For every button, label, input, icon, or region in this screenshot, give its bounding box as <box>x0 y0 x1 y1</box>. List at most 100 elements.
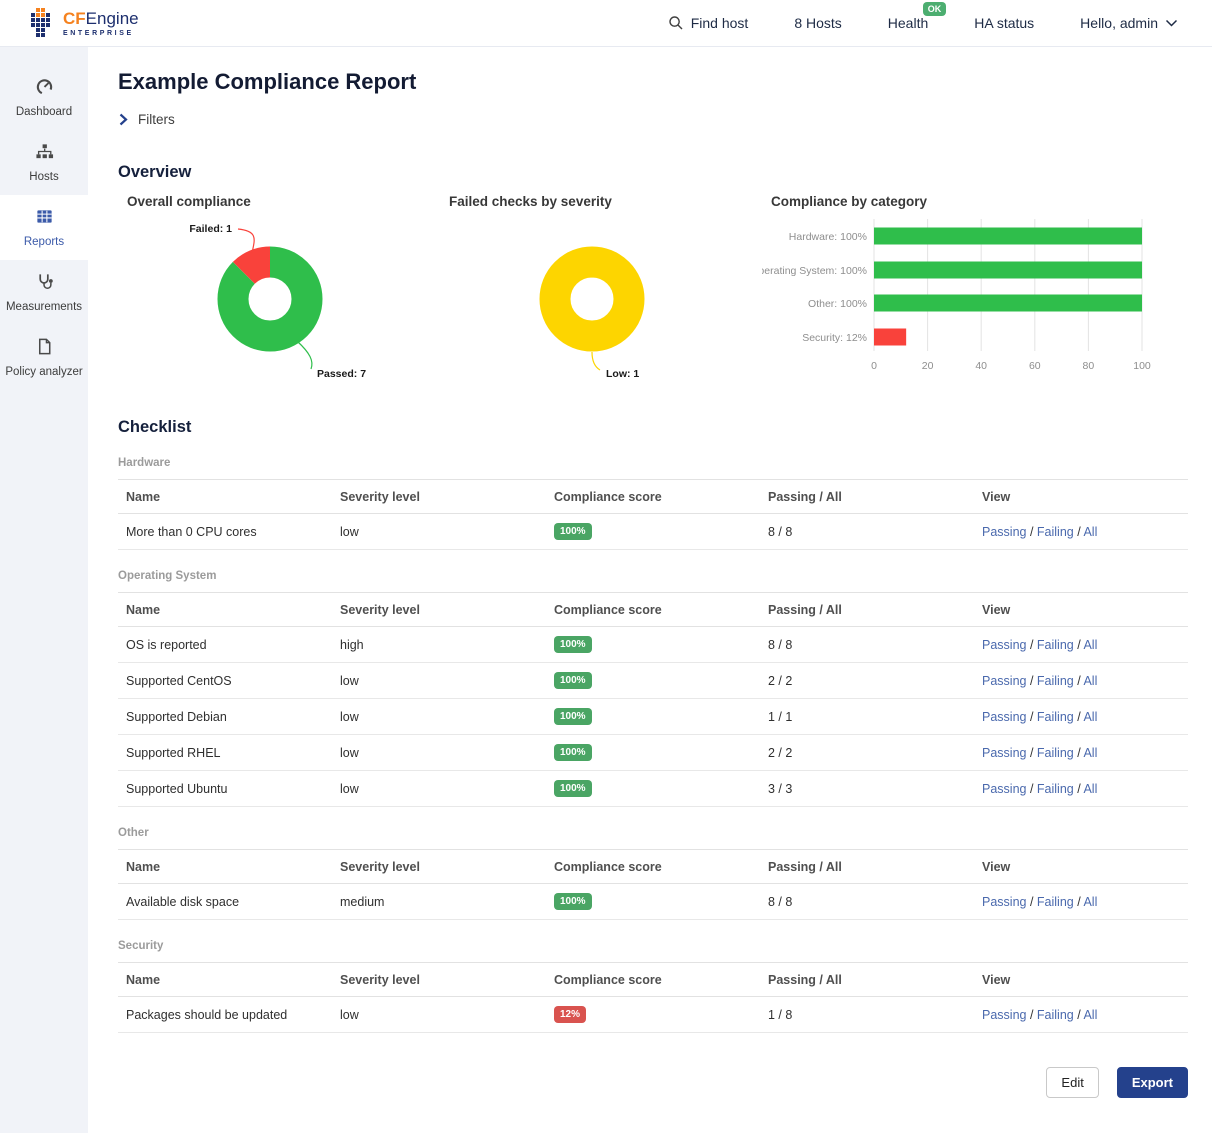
failed-leader-line <box>238 229 254 253</box>
passing-all: 3 / 3 <box>760 771 974 807</box>
table-row: OS is reportedhigh100%8 / 8Passing / Fai… <box>118 627 1188 663</box>
cfengine-logo: CFEngine ENTERPRISE <box>30 8 139 38</box>
column-header: View <box>974 963 1188 997</box>
view-failing-link[interactable]: Failing <box>1037 1008 1074 1022</box>
view-failing-link[interactable]: Failing <box>1037 782 1074 796</box>
view-links: Passing / Failing / All <box>974 627 1188 663</box>
view-passing-link[interactable]: Passing <box>982 895 1026 909</box>
filters-toggle[interactable]: Filters <box>118 112 175 127</box>
sidebar-item-measurements[interactable]: Measurements <box>0 260 88 325</box>
chevron-down-icon <box>1165 19 1178 28</box>
checklist-group-other: Other NameSeverity levelCompliance scoreP… <box>118 827 1188 920</box>
hosts-count-link[interactable]: 8 Hosts <box>794 15 841 31</box>
column-header: View <box>974 480 1188 514</box>
sidebar-item-hosts[interactable]: Hosts <box>0 130 88 195</box>
column-header: Passing / All <box>760 480 974 514</box>
check-name: Packages should be updated <box>118 997 332 1033</box>
view-failing-link[interactable]: Failing <box>1037 638 1074 652</box>
column-header: View <box>974 593 1188 627</box>
table-row: Supported Ubuntulow100%3 / 3Passing / Fa… <box>118 771 1188 807</box>
passing-all: 1 / 8 <box>760 997 974 1033</box>
severity-level: high <box>332 627 546 663</box>
bar-0 <box>874 228 1142 245</box>
find-host-search[interactable]: Find host <box>668 15 749 31</box>
view-passing-link[interactable]: Passing <box>982 638 1026 652</box>
filters-label: Filters <box>138 112 175 127</box>
check-name: OS is reported <box>118 627 332 663</box>
hosts-count-label: 8 Hosts <box>794 15 841 31</box>
sidebar-item-reports[interactable]: Reports <box>0 195 88 260</box>
x-tick-label: 100 <box>1133 360 1151 372</box>
severity-level: low <box>332 514 546 550</box>
ha-status-link[interactable]: HA status <box>974 15 1034 31</box>
checklist-table: NameSeverity levelCompliance scorePassin… <box>118 849 1188 920</box>
compliance-by-category-bars: 020406080100Hardware: 100%Operating Syst… <box>762 209 1154 387</box>
passing-all: 8 / 8 <box>760 627 974 663</box>
view-links: Passing / Failing / All <box>974 884 1188 920</box>
checklist-table: NameSeverity levelCompliance scorePassin… <box>118 479 1188 550</box>
checklist-group-operating-system: Operating SystemNameSeverity levelCompli… <box>118 570 1188 807</box>
health-label: Health <box>888 15 928 31</box>
overview-heading: Overview <box>118 163 1188 182</box>
group-label: Security <box>118 940 1188 952</box>
view-all-link[interactable]: All <box>1083 1008 1097 1022</box>
page-title: Example Compliance Report <box>118 69 1188 95</box>
view-link-separator: / <box>1074 746 1084 760</box>
passing-all: 8 / 8 <box>760 514 974 550</box>
bar-2 <box>874 295 1142 312</box>
view-failing-link[interactable]: Failing <box>1037 525 1074 539</box>
column-header: Passing / All <box>760 963 974 997</box>
health-link[interactable]: Health OK <box>888 15 928 31</box>
sidebar-item-dashboard[interactable]: Dashboard <box>0 65 88 130</box>
checklist-group-security: Security NameSeverity levelCompliance sco… <box>118 940 1188 1033</box>
view-links: Passing / Failing / All <box>974 699 1188 735</box>
bar-1 <box>874 262 1142 279</box>
view-all-link[interactable]: All <box>1083 525 1097 539</box>
column-header: Name <box>118 593 332 627</box>
view-all-link[interactable]: All <box>1083 895 1097 909</box>
view-failing-link[interactable]: Failing <box>1037 746 1074 760</box>
view-passing-link[interactable]: Passing <box>982 525 1026 539</box>
compliance-score-badge: 100% <box>554 708 592 725</box>
check-name: Supported RHEL <box>118 735 332 771</box>
checklist-heading: Checklist <box>118 418 1188 437</box>
view-all-link[interactable]: All <box>1083 710 1097 724</box>
group-label: Other <box>118 827 1188 839</box>
low-annotation: Low: 1 <box>606 368 639 380</box>
view-passing-link[interactable]: Passing <box>982 1008 1026 1022</box>
cfengine-logo-mark <box>30 8 56 38</box>
compliance-score-badge: 100% <box>554 523 592 540</box>
view-all-link[interactable]: All <box>1083 638 1097 652</box>
sidebar-item-policy-analyzer[interactable]: Policy analyzer <box>0 325 88 390</box>
checklist-table: NameSeverity levelCompliance scorePassin… <box>118 962 1188 1033</box>
column-header: Compliance score <box>546 963 760 997</box>
view-all-link[interactable]: All <box>1083 782 1097 796</box>
sitemap-icon <box>35 142 54 161</box>
view-passing-link[interactable]: Passing <box>982 746 1026 760</box>
view-passing-link[interactable]: Passing <box>982 710 1026 724</box>
footer-actions: Edit Export <box>118 1067 1188 1114</box>
health-ok-badge: OK <box>923 2 947 16</box>
view-failing-link[interactable]: Failing <box>1037 674 1074 688</box>
user-menu[interactable]: Hello, admin <box>1080 15 1178 31</box>
view-failing-link[interactable]: Failing <box>1037 895 1074 909</box>
severity-level: low <box>332 997 546 1033</box>
view-all-link[interactable]: All <box>1083 674 1097 688</box>
export-button[interactable]: Export <box>1117 1067 1188 1098</box>
view-link-separator: / <box>1074 1008 1084 1022</box>
logo-engine-text: Engine <box>86 9 139 28</box>
table-row: Packages should be updatedlow12%1 / 8Pas… <box>118 997 1188 1033</box>
passing-all: 2 / 2 <box>760 663 974 699</box>
view-passing-link[interactable]: Passing <box>982 782 1026 796</box>
bar-category-label: Other: 100% <box>808 298 867 310</box>
bar-category-label: Security: 12% <box>802 332 867 344</box>
edit-button[interactable]: Edit <box>1046 1067 1098 1098</box>
view-failing-link[interactable]: Failing <box>1037 710 1074 724</box>
view-passing-link[interactable]: Passing <box>982 674 1026 688</box>
bar-category-label: Operating System: 100% <box>762 265 867 277</box>
main-content: Example Compliance Report Filters Overvi… <box>88 47 1212 1133</box>
failed-annotation: Failed: 1 <box>189 223 232 235</box>
view-all-link[interactable]: All <box>1083 746 1097 760</box>
sidebar-item-label: Hosts <box>29 171 58 183</box>
check-name: Available disk space <box>118 884 332 920</box>
